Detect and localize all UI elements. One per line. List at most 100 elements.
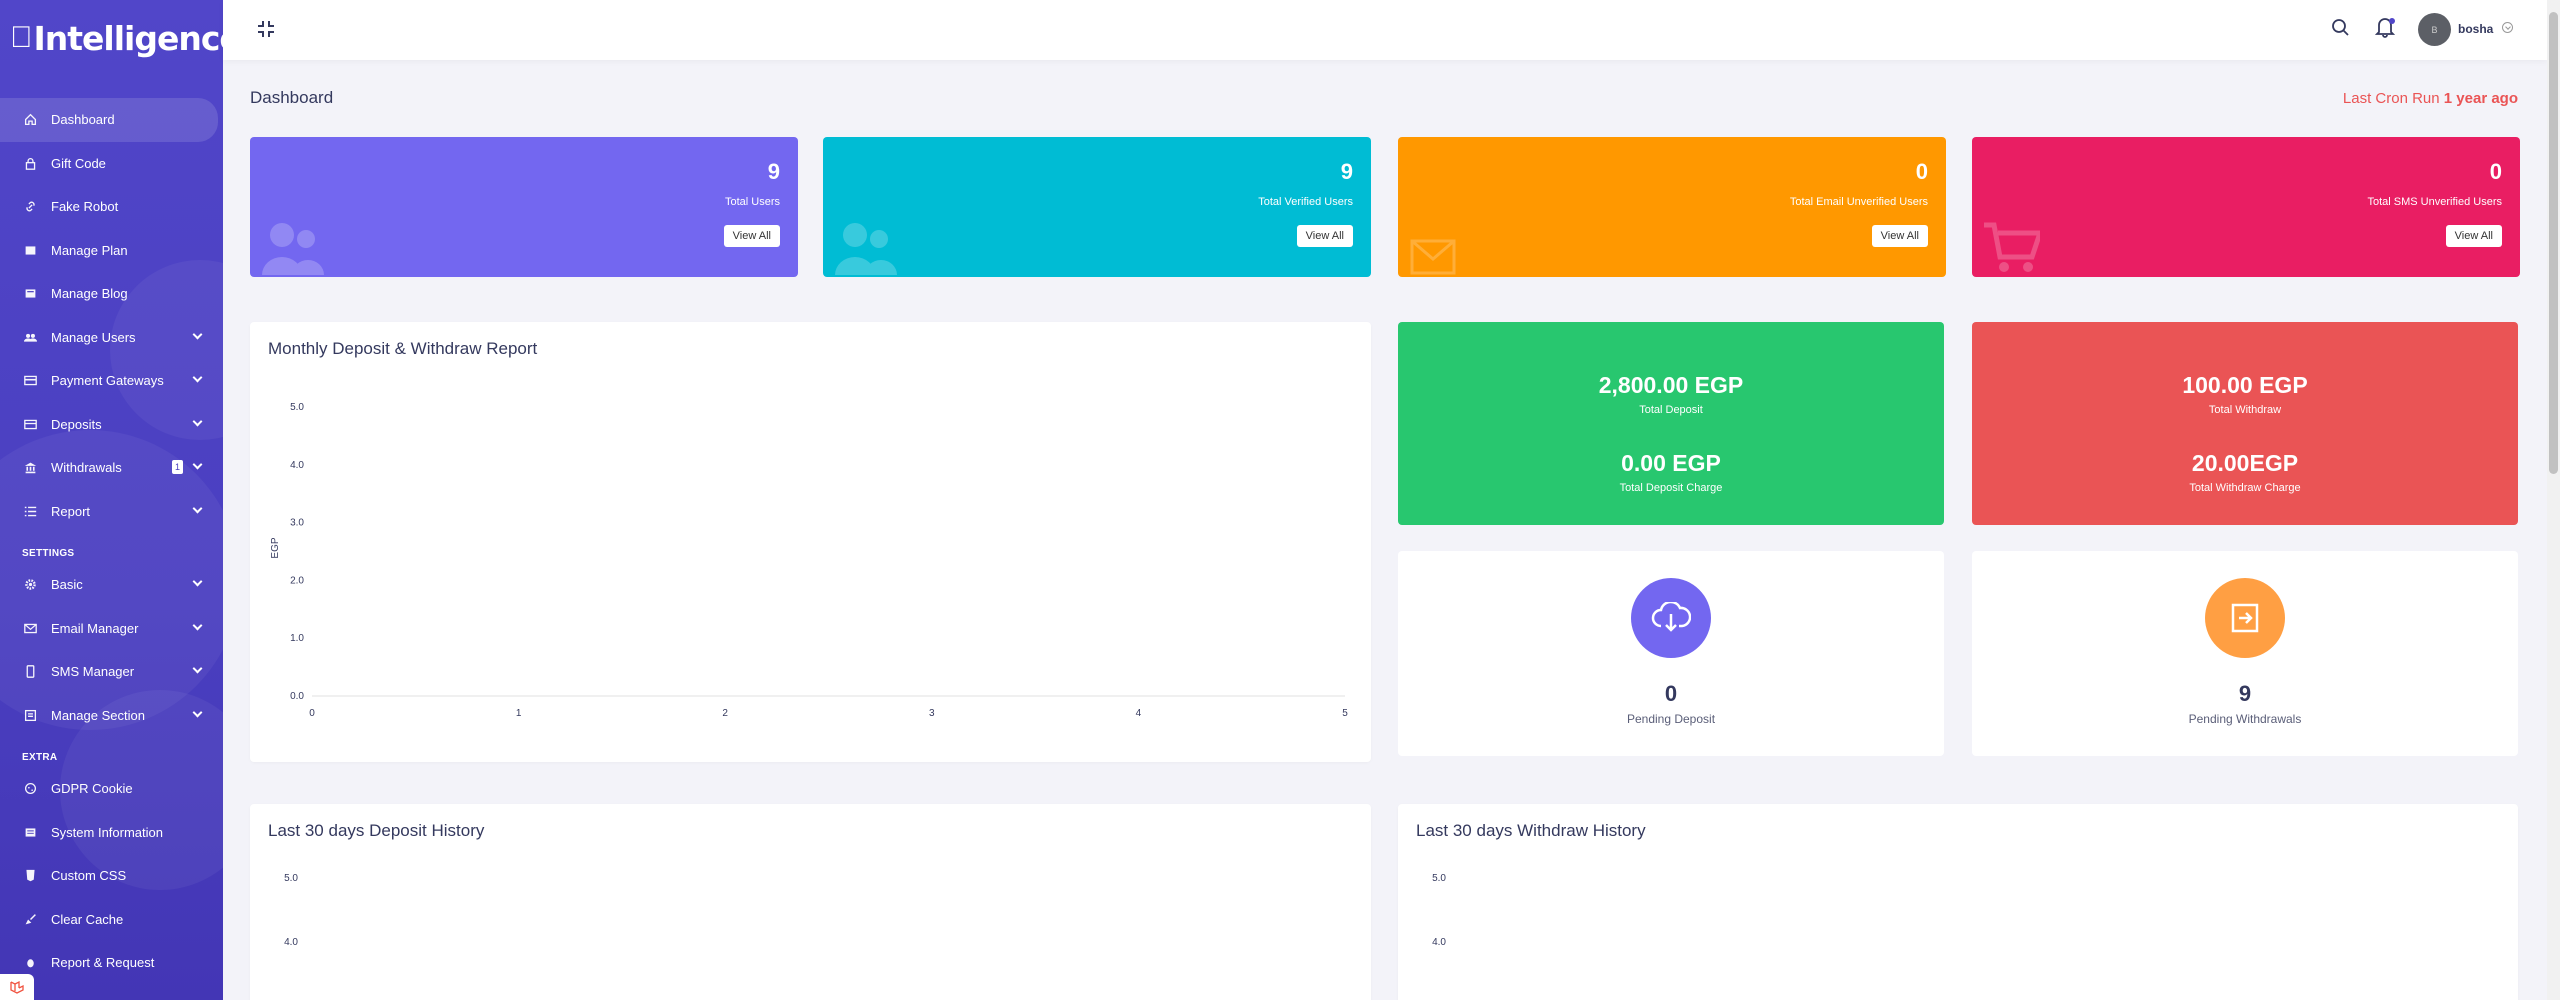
y-tick-label: 5.0 xyxy=(284,873,298,884)
sidebar-item-gdpr-cookie[interactable]: GDPR Cookie xyxy=(0,767,223,811)
view-all-button[interactable]: View All xyxy=(723,225,780,247)
x-tick-label: 5 xyxy=(1342,708,1348,719)
chevron-down-icon xyxy=(192,503,203,513)
chevron-down-icon xyxy=(192,459,203,470)
withdraw-history-card: Last 30 days Withdraw History 5.0 4.0 xyxy=(1398,804,2518,1000)
monthly-report-card: Monthly Deposit & Withdraw Report EGP 0.… xyxy=(250,322,1371,762)
plan-icon xyxy=(24,244,37,257)
total-email-unverified-widget: 0 Total Email Unverified Users View All xyxy=(1398,137,1946,277)
x-tick-label: 1 xyxy=(516,708,522,719)
list-icon xyxy=(24,505,37,518)
compress-icon[interactable] xyxy=(257,20,275,38)
withdraw-history-chart: 5.0 4.0 xyxy=(1432,873,1446,948)
total-withdraw-value: 100.00 EGP xyxy=(2182,372,2308,398)
y-axis-label: EGP xyxy=(270,537,281,558)
sidebar-item-label: Basic xyxy=(51,577,83,593)
sidebar-item-gift-code[interactable]: Gift Code xyxy=(0,142,223,186)
deposit-charge-label: Total Deposit Charge xyxy=(1619,482,1723,494)
withdraw-charge-value: 20.00EGP xyxy=(2191,450,2299,476)
widget-label: Total Verified Users xyxy=(1258,196,1353,208)
sidebar-item-fake-robot[interactable]: Fake Robot xyxy=(0,185,223,229)
scrollbar-thumb[interactable] xyxy=(2549,12,2558,474)
home-icon xyxy=(24,113,37,126)
username[interactable]: bosha xyxy=(2458,22,2493,36)
sidebar-item-label: Report & Request xyxy=(51,955,155,971)
brand-logo[interactable]:  Intelligence xyxy=(10,18,223,58)
css-icon xyxy=(24,869,37,882)
y-tick-label: 4.0 xyxy=(284,937,298,948)
users-icon xyxy=(24,331,37,344)
sidebar-item-report[interactable]: Report xyxy=(0,490,223,534)
sidebar-item-sms-manager[interactable]: SMS Manager xyxy=(0,650,223,694)
total-deposit-label: Total Deposit xyxy=(1639,404,1703,416)
chevron-down-icon[interactable] xyxy=(2502,22,2513,33)
bank-icon xyxy=(24,461,37,474)
cron-value: 1 year ago xyxy=(2443,90,2518,107)
users-icon xyxy=(262,223,324,275)
x-tick-label: 4 xyxy=(1136,708,1142,719)
scrollbar[interactable] xyxy=(2547,0,2560,1000)
notification-dot xyxy=(2389,18,2395,24)
sidebar-item-manage-plan[interactable]: Manage Plan xyxy=(0,229,223,273)
sidebar-item-clear-cache[interactable]: Clear Cache xyxy=(0,898,223,942)
apple-logo-icon:  xyxy=(10,21,33,55)
pending-withdrawals-value: 9 xyxy=(2238,681,2252,706)
sidebar-item-manage-blog[interactable]: Manage Blog xyxy=(0,272,223,316)
users-icon xyxy=(835,223,897,275)
broom-icon xyxy=(24,913,37,926)
sidebar-item-label: Payment Gateways xyxy=(51,373,164,389)
laravel-logo-icon[interactable] xyxy=(0,974,34,1000)
withdrawals-count-badge: 1 xyxy=(172,460,183,474)
sidebar-item-deposits[interactable]: Deposits xyxy=(0,403,223,447)
pending-deposit-value: 0 xyxy=(1664,681,1678,706)
sidebar-item-label: Deposits xyxy=(51,416,102,432)
chevron-down-icon xyxy=(192,620,203,630)
topbar: B bosha xyxy=(223,0,2547,60)
deposit-history-card: Last 30 days Deposit History 5.0 4.0 xyxy=(250,804,1371,1000)
sidebar-item-manage-section[interactable]: Manage Section xyxy=(0,694,223,738)
total-verified-users-widget: 9 Total Verified Users View All xyxy=(823,137,1371,277)
total-users-widget: 9 Total Users View All xyxy=(250,137,798,277)
widget-value: 9 xyxy=(767,159,780,184)
sidebar-item-payment-gateways[interactable]: Payment Gateways xyxy=(0,359,223,403)
sidebar-item-withdrawals[interactable]: Withdrawals 1 xyxy=(0,446,223,490)
mobile-icon xyxy=(24,665,37,679)
total-sms-unverified-widget: 0 Total SMS Unverified Users View All xyxy=(1972,137,2520,277)
bug-icon xyxy=(24,956,37,969)
sidebar-item-label: Manage Blog xyxy=(51,286,128,302)
withdraw-stats-card: 100.00 EGP Total Withdraw 20.00EGP Total… xyxy=(1972,322,2518,525)
sidebar-item-label: Email Manager xyxy=(51,620,139,636)
credit-card-icon xyxy=(24,374,37,387)
chevron-down-icon xyxy=(192,707,203,717)
sidebar-item-system-information[interactable]: System Information xyxy=(0,811,223,855)
extra-section-header: EXTRA xyxy=(22,752,58,763)
monthly-report-chart: EGP 0.0 1.0 2.0 3.0 4.0 5.0 0 1 2 3 4 5 xyxy=(270,402,1348,719)
y-tick-label: 4.0 xyxy=(290,460,304,471)
pending-deposit-label: Pending Deposit xyxy=(1626,712,1716,726)
cookie-icon xyxy=(24,782,37,795)
withdraw-charge-label: Total Withdraw Charge xyxy=(2189,482,2301,494)
cron-label: Last Cron Run xyxy=(2342,90,2440,107)
chevron-down-icon xyxy=(192,329,203,339)
pending-withdrawals-card: 9 Pending Withdrawals xyxy=(1972,551,2518,756)
sidebar-item-custom-css[interactable]: Custom CSS xyxy=(0,854,223,898)
deposit-stats-card: 2,800.00 EGP Total Deposit 0.00 EGP Tota… xyxy=(1398,322,1944,525)
search-icon[interactable] xyxy=(2330,18,2350,38)
deposit-history-chart: 5.0 4.0 xyxy=(284,873,298,948)
avatar[interactable]: B xyxy=(2418,13,2451,46)
y-tick-label: 1.0 xyxy=(290,633,304,644)
sidebar-item-basic[interactable]: Basic xyxy=(0,563,223,607)
sidebar-item-label: Fake Robot xyxy=(51,199,119,215)
view-all-button[interactable]: View All xyxy=(2445,225,2502,247)
section-icon xyxy=(24,709,37,722)
sidebar-item-dashboard[interactable]: Dashboard xyxy=(0,98,218,142)
sidebar-item-manage-users[interactable]: Manage Users xyxy=(0,316,223,360)
sidebar-item-label: SMS Manager xyxy=(51,664,135,680)
sidebar-item-label: Withdrawals xyxy=(51,460,122,476)
view-all-button[interactable]: View All xyxy=(1871,225,1928,247)
view-all-button[interactable]: View All xyxy=(1296,225,1353,247)
sidebar-item-email-manager[interactable]: Email Manager xyxy=(0,607,223,651)
gear-icon xyxy=(24,578,37,591)
y-tick-label: 2.0 xyxy=(290,575,304,586)
chevron-down-icon xyxy=(192,372,203,383)
